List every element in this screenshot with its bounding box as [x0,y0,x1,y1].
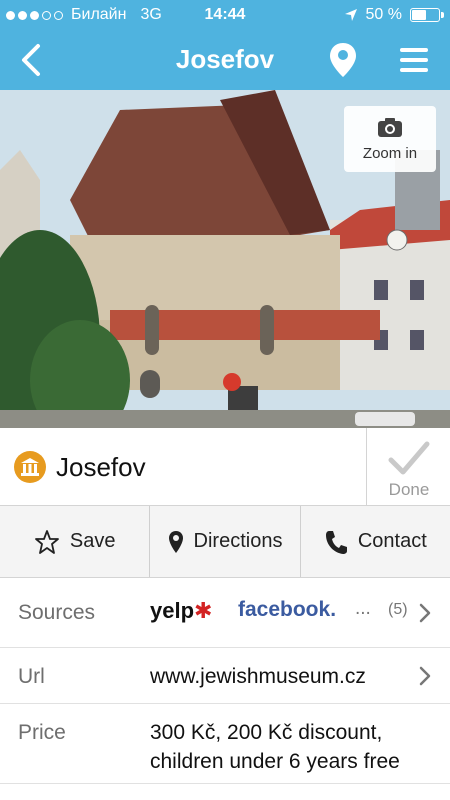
header: Билайн 3G 14:44 50 % Josefov [0,0,450,90]
directions-button[interactable]: Directions [150,506,301,577]
sources-count: (5) [388,601,408,618]
price-row: Price 300 Kč, 200 Kč discount, children … [0,704,450,784]
battery-percent: 50 % [365,6,402,23]
chevron-right-icon [419,666,431,686]
price-line-1: 300 Kč, 200 Kč discount, [150,721,383,744]
location-pin-icon [168,530,183,553]
map-pin-icon[interactable] [326,40,360,80]
place-name: Josefov [56,452,146,482]
museum-icon [14,451,46,483]
location-arrow-icon [344,9,357,21]
star-outline-icon [34,529,59,554]
battery-icon [410,8,444,22]
camera-icon [378,118,402,137]
directions-label: Directions [193,530,283,552]
contact-label: Contact [357,530,427,552]
checkmark-icon [388,441,430,475]
price-line-2: children under 6 years free [150,750,400,773]
page-title: Josefov [175,44,275,74]
save-label: Save [69,530,116,552]
chevron-right-icon [419,603,431,623]
status-right: 50 % [344,6,444,24]
contact-button[interactable]: Contact [301,506,450,577]
zoom-in-button[interactable]: Zoom in [344,106,436,172]
done-label: Done [388,480,430,499]
place-photo[interactable]: Zoom in [0,90,450,428]
sources-row[interactable]: Sources yelp✱ facebook. ... (5) [0,578,450,648]
sources-label: Sources [18,601,96,624]
facebook-logo: facebook. [238,598,337,621]
zoom-in-label: Zoom in [362,145,418,162]
more-sources-ellipsis: ... [355,598,371,619]
url-value: www.jewishmuseum.cz [150,665,366,688]
hamburger-menu-icon[interactable] [394,40,434,80]
price-label: Price [18,721,66,744]
navigation-bar: Josefov [0,30,450,90]
place-title-row: Josefov Done [0,428,450,506]
phone-icon [325,530,347,554]
url-row[interactable]: Url www.jewishmuseum.cz [0,648,450,704]
save-button[interactable]: Save [0,506,151,577]
action-bar: Save Directions Contact [0,506,450,578]
done-button[interactable]: Done [366,428,450,506]
url-label: Url [18,665,45,688]
status-bar: Билайн 3G 14:44 50 % [0,0,450,30]
yelp-logo: yelp✱ [150,598,213,623]
